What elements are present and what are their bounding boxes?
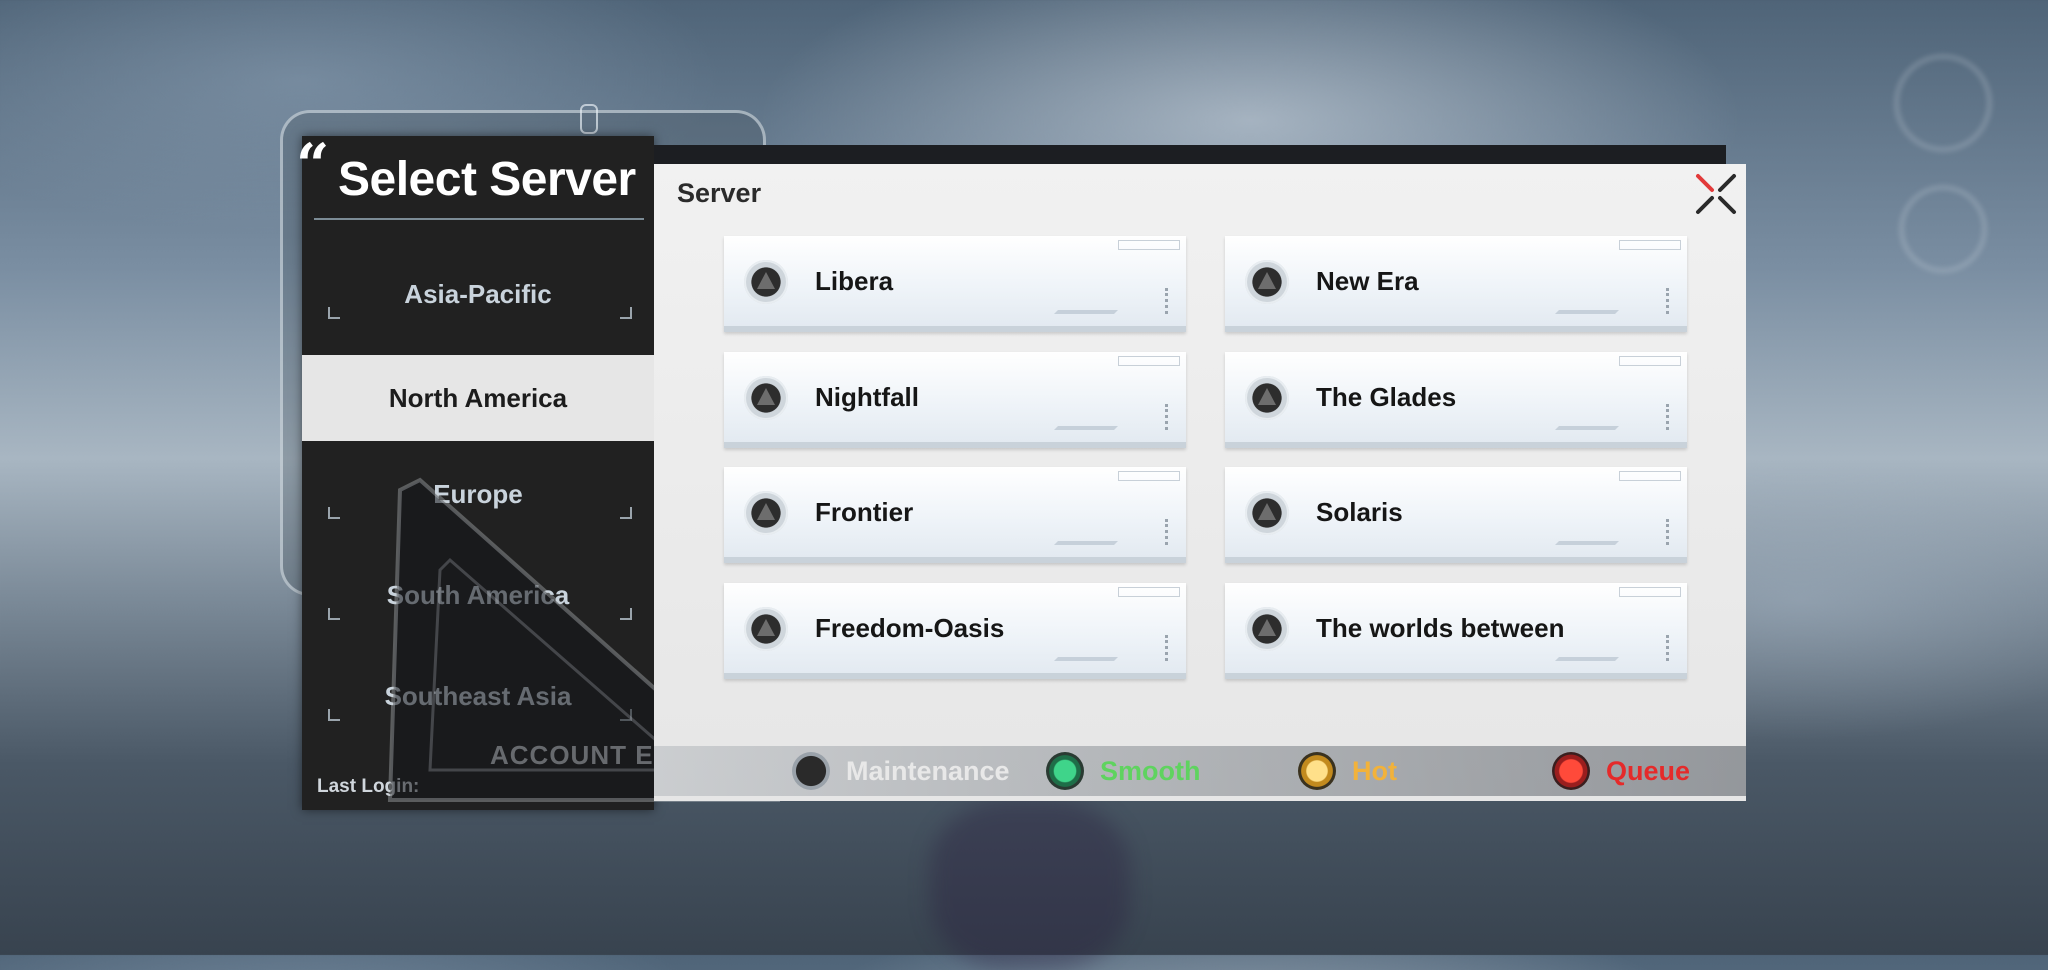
maintenance-status-icon — [744, 260, 788, 304]
background-ring — [1900, 186, 1986, 272]
server-card-the-worlds-between[interactable]: The worlds between — [1225, 583, 1687, 679]
corner-bracket-icon — [620, 608, 632, 620]
server-card-solaris[interactable]: Solaris — [1225, 467, 1687, 563]
region-tab-label: Europe — [433, 479, 523, 509]
card-tag — [1619, 587, 1681, 597]
server-card-freedom-oasis[interactable]: Freedom-Oasis — [724, 583, 1186, 679]
legend-label: Smooth — [1100, 755, 1201, 786]
server-name: New Era — [1316, 266, 1419, 296]
maintenance-status-icon — [1245, 260, 1289, 304]
legend-label: Queue — [1606, 755, 1691, 786]
title-block: “ Select Server — [296, 136, 654, 221]
region-tab-label: Southeast Asia — [384, 681, 572, 711]
server-card-the-glades[interactable]: The Glades — [1225, 352, 1687, 448]
server-panel: Server Libera New Era Nightfall The Glad… — [654, 164, 1746, 801]
server-list[interactable]: Libera New Era Nightfall The Glades Fron… — [654, 226, 1746, 691]
server-card-frontier[interactable]: Frontier — [724, 467, 1186, 563]
card-decoration — [1555, 657, 1619, 661]
page-title: Select Server — [338, 153, 636, 206]
corner-bracket-icon — [328, 507, 340, 519]
card-decoration — [1054, 310, 1118, 314]
corner-bracket-icon — [620, 507, 632, 519]
hot-status-icon — [1298, 752, 1336, 790]
card-decoration — [1147, 288, 1168, 314]
region-panel: “ Select Server Asia-Pacific North Ameri… — [296, 136, 654, 810]
legend-queue: Queue — [1552, 746, 1690, 796]
corner-bracket-icon — [620, 307, 632, 319]
card-decoration — [1147, 519, 1168, 545]
smooth-status-icon — [1046, 752, 1084, 790]
card-tag — [1619, 240, 1681, 250]
card-decoration — [1054, 657, 1118, 661]
maintenance-status-icon — [1245, 491, 1289, 535]
background-ring — [1895, 55, 1991, 151]
decorative-clip — [580, 104, 598, 134]
maintenance-status-icon — [1245, 607, 1289, 651]
background-character-silhouette — [930, 800, 1130, 970]
maintenance-status-icon — [1245, 376, 1289, 420]
legend-label: Hot — [1352, 755, 1397, 786]
card-decoration — [1555, 310, 1619, 314]
card-decoration — [1054, 426, 1118, 430]
server-panel-title: Server — [677, 178, 762, 208]
card-decoration — [1555, 541, 1619, 545]
server-card-new-era[interactable]: New Era — [1225, 236, 1687, 332]
corner-bracket-icon — [328, 307, 340, 319]
legend-smooth: Smooth — [1046, 746, 1201, 796]
region-tab-label: Asia-Pacific — [404, 279, 552, 309]
queue-status-icon — [1552, 752, 1590, 790]
server-panel-header: Server — [654, 164, 1746, 226]
maintenance-status-icon — [744, 491, 788, 535]
region-tab-label: South America — [386, 580, 570, 610]
region-tab-southeast-asia[interactable]: Southeast Asia — [302, 653, 654, 739]
card-tag — [1118, 471, 1180, 481]
server-name: Frontier — [815, 497, 914, 527]
card-tag — [1118, 240, 1180, 250]
server-name: Nightfall — [815, 382, 919, 412]
card-tag — [1619, 471, 1681, 481]
region-tab-asia-pacific[interactable]: Asia-Pacific — [302, 251, 654, 337]
card-decoration — [1147, 635, 1168, 661]
corner-bracket-icon — [328, 709, 340, 721]
corner-bracket-icon — [620, 709, 632, 721]
close-icon[interactable] — [1694, 172, 1738, 216]
server-name: The Glades — [1316, 382, 1457, 412]
card-tag — [1118, 356, 1180, 366]
server-card-nightfall[interactable]: Nightfall — [724, 352, 1186, 448]
region-tab-south-america[interactable]: South America — [302, 552, 654, 638]
server-name: Libera — [815, 266, 894, 296]
card-decoration — [1054, 541, 1118, 545]
region-tab-north-america[interactable]: North America — [302, 355, 654, 441]
region-tab-label: North America — [388, 383, 568, 413]
server-name: Freedom-Oasis — [815, 613, 1005, 643]
server-name: The worlds between — [1316, 613, 1565, 643]
maintenance-status-icon — [744, 607, 788, 651]
corner-bracket-icon — [328, 608, 340, 620]
card-decoration — [1648, 404, 1669, 430]
server-name: Solaris — [1316, 497, 1403, 527]
server-card-libera[interactable]: Libera — [724, 236, 1186, 332]
card-decoration — [1648, 635, 1669, 661]
maintenance-status-icon — [792, 752, 830, 790]
card-decoration — [1648, 288, 1669, 314]
quote-mark-icon: “ — [296, 131, 330, 199]
card-decoration — [1147, 404, 1168, 430]
legend-label: Maintenance — [846, 755, 1010, 786]
card-tag — [1619, 356, 1681, 366]
last-login-label: Last Login: — [317, 776, 420, 797]
card-tag — [1118, 587, 1180, 597]
maintenance-status-icon — [744, 376, 788, 420]
card-decoration — [1555, 426, 1619, 430]
region-tab-europe[interactable]: Europe — [302, 451, 654, 537]
title-divider — [314, 218, 644, 220]
card-decoration — [1648, 519, 1669, 545]
legend-maintenance: Maintenance — [792, 746, 1010, 796]
legend-hot: Hot — [1298, 746, 1397, 796]
status-legend: Maintenance Smooth Hot Queue — [654, 746, 1746, 796]
